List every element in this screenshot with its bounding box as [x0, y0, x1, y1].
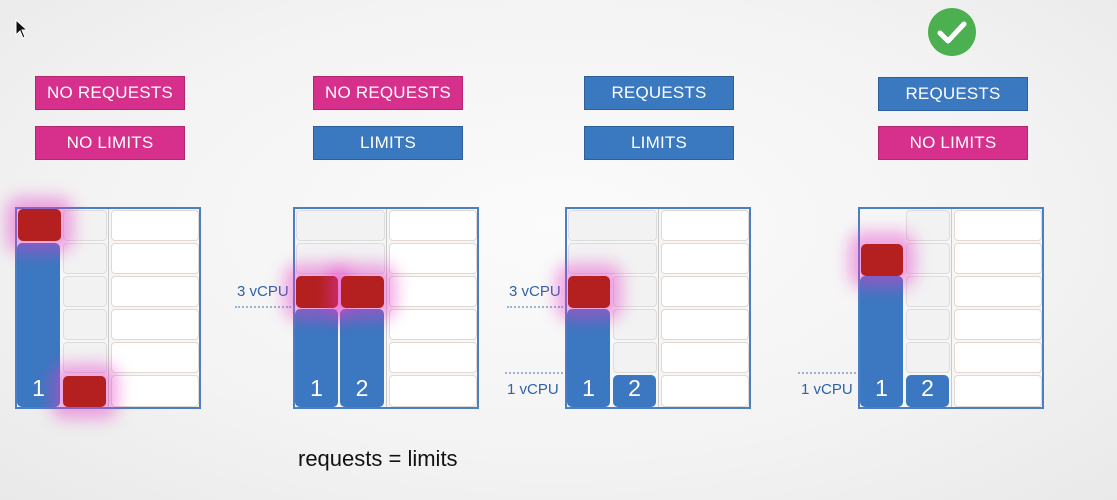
cell [63, 276, 107, 307]
limit-marker [235, 306, 291, 308]
cell [661, 342, 749, 373]
pod-cpu-block: 2 [906, 375, 949, 407]
throttled-cpu-block [296, 276, 338, 308]
block-label: 2 [628, 375, 641, 401]
limit-label: 3 vCPU [237, 283, 289, 300]
throttled-cpu-block [861, 244, 903, 276]
cell [111, 309, 199, 340]
block-label: 2 [355, 375, 369, 401]
cell [63, 309, 107, 340]
cell [389, 276, 477, 307]
cell [661, 309, 749, 340]
cell [954, 375, 1042, 407]
cursor-icon [15, 19, 29, 39]
cell [111, 276, 199, 307]
cell [954, 243, 1042, 274]
request-label: 1 vCPU [507, 381, 559, 398]
cell [111, 210, 199, 241]
pod-cpu-block: 2 [613, 375, 656, 407]
request-marker [505, 372, 563, 374]
pod-cpu-block: 1 [567, 309, 610, 407]
cell [568, 243, 657, 274]
pod-cpu-block: 1 [295, 309, 338, 407]
cell [389, 243, 477, 274]
cell [296, 243, 385, 274]
node-grid: 1 2 [858, 207, 1044, 409]
limit-marker [507, 306, 563, 308]
limits-tag: NO LIMITS [35, 126, 185, 160]
limits-tag: LIMITS [313, 126, 463, 160]
column-divider [658, 209, 659, 407]
cell [389, 342, 477, 373]
cell [906, 243, 950, 274]
block-label: 1 [32, 375, 45, 401]
caption: requests = limits [298, 446, 458, 471]
cell [63, 342, 107, 373]
cell [954, 342, 1042, 373]
cell [661, 276, 749, 307]
cell [111, 342, 199, 373]
column-divider [951, 209, 952, 407]
limit-label: 3 vCPU [509, 283, 561, 300]
cell [954, 276, 1042, 307]
column-divider [108, 209, 109, 407]
cell [389, 210, 477, 241]
cell [111, 375, 199, 407]
block-label: 1 [310, 375, 323, 401]
node-grid: 1 2 [565, 207, 751, 409]
cell [63, 243, 107, 274]
cell [613, 342, 657, 373]
cell [906, 342, 950, 373]
cell [954, 309, 1042, 340]
cell [389, 375, 477, 407]
throttled-cpu-block [63, 376, 106, 407]
block-label: 2 [921, 375, 934, 401]
checkmark-icon [928, 8, 976, 56]
cell [906, 276, 950, 307]
requests-tag: NO REQUESTS [313, 76, 463, 110]
cell [296, 210, 385, 241]
throttled-cpu-block [568, 276, 610, 308]
requests-tag: NO REQUESTS [35, 76, 185, 110]
cell [613, 309, 657, 340]
pod-cpu-block: 1 [860, 276, 903, 407]
cell [63, 210, 107, 241]
limits-tag: LIMITS [584, 126, 734, 160]
column-divider [386, 209, 387, 407]
throttled-cpu-block [341, 276, 384, 308]
block-label: 1 [875, 375, 888, 401]
request-marker [798, 372, 856, 374]
cell [661, 375, 749, 407]
cell [111, 243, 199, 274]
node-grid: 1 2 [293, 207, 479, 409]
cell [906, 309, 950, 340]
limits-tag: NO LIMITS [878, 126, 1028, 160]
block-label: 1 [582, 375, 595, 401]
cell [906, 210, 950, 241]
cell [613, 276, 657, 307]
requests-tag: REQUESTS [584, 76, 734, 110]
cell [389, 309, 477, 340]
node-grid: 1 [15, 207, 201, 409]
pod-cpu-block: 1 [17, 243, 60, 407]
pod-cpu-block: 2 [340, 309, 384, 407]
request-label: 1 vCPU [801, 381, 853, 398]
throttled-cpu-block [18, 209, 61, 241]
cell [568, 210, 657, 241]
requests-tag: REQUESTS [878, 77, 1028, 111]
cell [954, 210, 1042, 241]
cell [661, 210, 749, 241]
cell [661, 243, 749, 274]
